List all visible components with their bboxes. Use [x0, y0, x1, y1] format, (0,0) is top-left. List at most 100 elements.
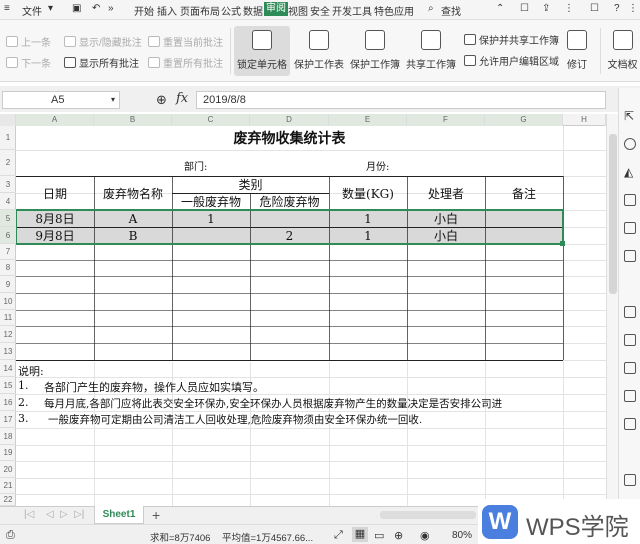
sheet-grid[interactable]: 废弃物收集统计表 部门: 月份: 日期 废弃物名称 类别 一般废弃物 危险废弃物… — [16, 126, 606, 506]
row-header[interactable]: 19 — [0, 445, 16, 461]
comment-icon[interactable]: ☐ — [520, 3, 529, 14]
next-comment-button[interactable]: 下一条 — [6, 55, 51, 70]
note-number[interactable]: 1. — [18, 379, 29, 392]
row-header[interactable]: 9 — [0, 276, 16, 293]
column-header-h[interactable]: H — [563, 114, 606, 126]
fill-handle[interactable] — [560, 241, 565, 246]
tab-special[interactable]: 特色应用 — [374, 3, 414, 18]
reset-current-comment-button[interactable]: 重置当前批注 — [148, 34, 223, 49]
row-header[interactable]: 17 — [0, 411, 16, 428]
row-header[interactable]: 5 — [0, 210, 16, 227]
sheet-title[interactable]: 废弃物收集统计表 — [16, 126, 563, 150]
page-break-view-icon[interactable]: ▭ — [374, 529, 384, 542]
column-header-d[interactable]: D — [250, 114, 329, 126]
tab-developer[interactable]: 开发工具 — [332, 3, 372, 18]
protect-workbook-button[interactable]: 保护工作簿 — [350, 26, 400, 76]
formula-input[interactable]: 2019/8/8 — [196, 91, 606, 109]
header-remark[interactable]: 备注 — [485, 176, 563, 210]
shapes-icon[interactable] — [624, 138, 636, 150]
style-icon[interactable]: ◭ — [624, 166, 636, 178]
search-label[interactable]: 查找 — [441, 3, 461, 18]
prev-sheet-icon[interactable]: ◁ — [46, 509, 54, 520]
row-header[interactable]: 22 — [0, 494, 16, 506]
hamburger-icon[interactable]: ≡ — [4, 3, 10, 14]
horizontal-scrollbar[interactable] — [380, 511, 476, 519]
tab-data[interactable]: 数据 — [243, 3, 263, 18]
header-waste-name[interactable]: 废弃物名称 — [94, 176, 172, 210]
column-header-g[interactable]: G — [485, 114, 563, 126]
format-icon[interactable] — [624, 418, 636, 430]
name-box-chevron-icon[interactable]: ▾ — [111, 92, 115, 108]
note-text[interactable]: 各部门产生的废弃物，操作人员应如实填写。 — [44, 379, 264, 395]
select-all-corner[interactable] — [0, 114, 16, 126]
row-header[interactable]: 2 — [0, 150, 16, 176]
row-header[interactable]: 6 — [0, 227, 16, 244]
zoom-level[interactable]: 80% — [452, 530, 472, 541]
menu-more[interactable]: » — [108, 3, 114, 14]
header-general[interactable]: 一般废弃物 — [172, 193, 250, 210]
name-box[interactable]: A5 ▾ — [2, 91, 120, 109]
row-header[interactable]: 14 — [0, 360, 16, 377]
eye-protection-icon[interactable]: ◉ — [420, 529, 430, 542]
undo-icon[interactable]: ↶ — [92, 3, 100, 14]
collapse-icon[interactable]: ⌃ — [496, 3, 504, 14]
macro-record-icon[interactable]: ⎙ — [6, 529, 15, 542]
row-header[interactable]: 11 — [0, 310, 16, 326]
backup-icon[interactable] — [624, 306, 636, 318]
tab-security[interactable]: 安全 — [310, 3, 330, 18]
filter-icon[interactable] — [624, 250, 636, 262]
menu-overflow-icon[interactable]: ⋮ — [628, 3, 638, 14]
tab-review[interactable]: 审阅 — [264, 2, 288, 16]
scroll-thumb[interactable] — [609, 134, 617, 294]
fx-icon[interactable]: fx — [176, 91, 188, 106]
image-icon[interactable] — [624, 390, 636, 402]
share-icon[interactable]: ⇪ — [542, 3, 550, 14]
chart-icon[interactable] — [624, 222, 636, 234]
note-number[interactable]: 3. — [18, 412, 29, 425]
note-text[interactable]: 每月月底,各部门应将此表交安全环保办,安全环保办人员根据废弃物产生的数量决定是否… — [44, 396, 502, 411]
next-sheet-icon[interactable]: ▷ — [60, 509, 68, 520]
search-icon[interactable]: ⌕ — [428, 3, 434, 14]
header-qty[interactable]: 数量(KG) — [329, 176, 407, 210]
menu-file[interactable]: 文件 — [22, 3, 42, 18]
table-icon[interactable] — [624, 194, 636, 206]
allow-edit-ranges-button[interactable]: 允许用户编辑区域 — [464, 53, 559, 68]
tab-formula[interactable]: 公式 — [221, 3, 241, 18]
save-icon[interactable]: ▣ — [72, 3, 81, 14]
help-panel-icon[interactable] — [624, 474, 636, 486]
lock-cell-button[interactable]: 锁定单元格 — [234, 26, 290, 76]
show-all-comments-button[interactable]: 显示所有批注 — [64, 55, 139, 70]
row-header[interactable]: 20 — [0, 461, 16, 478]
normal-view-icon[interactable]: ▦ — [352, 527, 368, 542]
column-header-c[interactable]: C — [172, 114, 250, 126]
revise-button[interactable]: 修订 — [562, 26, 592, 76]
month-label[interactable]: 月份: — [366, 158, 389, 173]
show-hide-comment-button[interactable]: 显示/隐藏批注 — [64, 34, 142, 49]
note-text[interactable]: 一般废弃物可定期由公司清洁工人回收处理,危险废弃物须由安全环保办统一回收. — [48, 412, 422, 427]
row-header[interactable]: 21 — [0, 478, 16, 494]
cursor-icon[interactable]: ⇱ — [624, 110, 636, 122]
dept-label[interactable]: 部门: — [184, 158, 207, 173]
sheet-tab-sheet1[interactable]: Sheet1 — [94, 506, 144, 524]
prev-comment-button[interactable]: 上一条 — [6, 34, 51, 49]
options-icon[interactable]: ⋮ — [564, 3, 574, 14]
protect-sheet-button[interactable]: 保护工作表 — [294, 26, 344, 76]
notification-icon[interactable]: ☐ — [590, 3, 599, 14]
column-header-b[interactable]: B — [94, 114, 172, 126]
row-header[interactable]: 18 — [0, 428, 16, 445]
row-header[interactable]: 3 — [0, 176, 16, 193]
row-header[interactable]: 10 — [0, 293, 16, 310]
row-header[interactable]: 15 — [0, 377, 16, 394]
comment-panel-icon[interactable] — [624, 334, 636, 346]
add-sheet-button[interactable]: + — [152, 507, 160, 523]
tab-insert[interactable]: 插入 — [157, 3, 177, 18]
notes-heading[interactable]: 说明: — [18, 363, 44, 379]
column-header-e[interactable]: E — [329, 114, 407, 126]
header-date[interactable]: 日期 — [16, 176, 94, 210]
zoom-formula-icon[interactable]: ⊕ — [156, 92, 167, 108]
column-header-a[interactable]: A — [16, 114, 94, 126]
protect-and-share-button[interactable]: 保护并共享工作簿 — [464, 32, 559, 47]
doc-rights-button[interactable]: 文档权 — [605, 26, 640, 76]
help-icon[interactable]: ? — [614, 3, 620, 14]
row-header[interactable]: 1 — [0, 126, 16, 150]
